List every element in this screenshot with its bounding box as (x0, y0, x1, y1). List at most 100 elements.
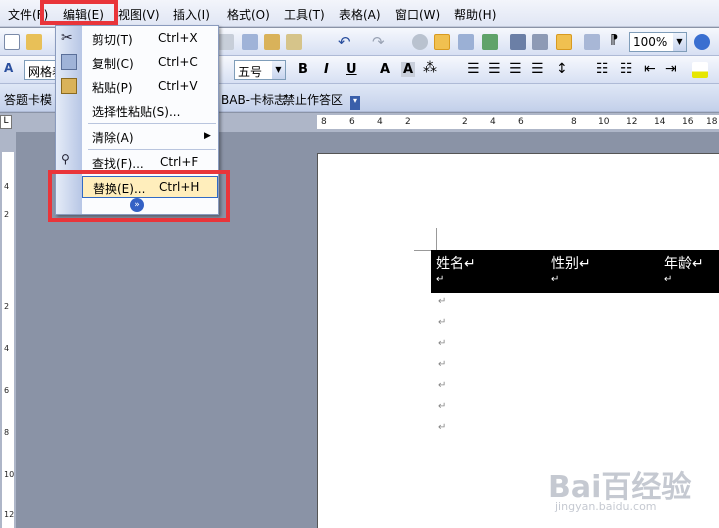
character-shading-button[interactable]: A (401, 62, 416, 77)
paragraph-mark: ↵ (438, 338, 447, 349)
table-header-age[interactable]: 年龄↵ (664, 253, 704, 273)
menu-help[interactable]: 帮助(H) (454, 6, 496, 23)
ruler-label: 8 (321, 117, 327, 127)
ruler-label: 14 (654, 117, 666, 127)
ruler-label: 6 (349, 117, 355, 127)
font-a-button[interactable]: A (380, 62, 390, 77)
font-size-combo[interactable]: 五号 ▼ (234, 60, 286, 80)
bullets-icon[interactable]: ☷ (620, 61, 633, 77)
menu-item-clear[interactable]: 清除(A) ▶ (82, 125, 218, 147)
menu-item-label: 复制(C) (92, 57, 134, 71)
ab-card-mark-button[interactable]: BAB-卡标志 (221, 91, 286, 108)
ruler-label: 12 (626, 117, 638, 127)
margin-corner-mark (436, 228, 437, 250)
show-hide-icon[interactable] (584, 34, 600, 50)
increase-indent-icon[interactable]: ⇥ (665, 61, 677, 77)
ruler-label: 2 (4, 210, 10, 219)
menu-insert[interactable]: 插入(I) (173, 6, 210, 23)
vertical-ruler[interactable]: 4 2 2 4 6 8 10 12 (0, 132, 16, 528)
ruler-label: 8 (4, 428, 10, 437)
no-answer-zone-button[interactable]: 禁止作答区 (283, 91, 343, 108)
cut-icon[interactable] (218, 34, 234, 50)
table-cell[interactable]: ↵ (664, 274, 672, 285)
tables-borders-icon[interactable] (434, 34, 450, 50)
menu-item-shortcut: Ctrl+V (158, 79, 198, 93)
format-painter-icon[interactable] (286, 34, 302, 50)
table-header-name[interactable]: 姓名↵ (436, 253, 476, 273)
menu-separator (88, 149, 216, 150)
character-scaling-icon[interactable]: ⁂ (423, 60, 437, 76)
copy-icon[interactable] (242, 34, 258, 50)
menu-table[interactable]: 表格(A) (339, 6, 381, 23)
document-map-icon[interactable] (556, 34, 572, 50)
styles-icon[interactable]: A (4, 61, 13, 75)
ruler-label: 8 (571, 117, 577, 127)
document-table[interactable]: 姓名↵ 性别↵ 年龄↵ ↵ ↵ ↵ (431, 250, 719, 293)
toolbar-options-icon[interactable]: ▾ (350, 96, 360, 110)
new-document-icon[interactable] (4, 34, 20, 50)
answer-card-template-button[interactable]: 答题卡模 (4, 91, 52, 108)
tab-selector-icon[interactable]: L (0, 115, 12, 129)
zoom-value: 100% (633, 35, 668, 49)
ruler-label: 6 (4, 386, 10, 395)
decrease-indent-icon[interactable]: ⇤ (644, 61, 656, 77)
paragraph-mark: ↵ (438, 422, 447, 433)
redo-icon[interactable]: ↷ (372, 33, 385, 51)
menu-item-cut[interactable]: 剪切(T) Ctrl+X (82, 27, 218, 49)
ruler-label: 4 (4, 344, 10, 353)
bold-button[interactable]: B (298, 62, 308, 77)
menu-item-shortcut: Ctrl+F (160, 155, 199, 169)
ruler-label: 16 (682, 117, 694, 127)
highlight-icon[interactable] (692, 62, 708, 78)
menu-item-shortcut: Ctrl+C (158, 55, 198, 69)
menu-item-label: 清除(A) (92, 131, 134, 145)
underline-button[interactable]: U (346, 62, 357, 77)
ruler-label: 4 (377, 117, 383, 127)
justify-icon[interactable]: ☰ (531, 61, 544, 77)
help-icon[interactable] (694, 34, 710, 50)
insert-excel-icon[interactable] (482, 34, 498, 50)
insert-table-icon[interactable] (458, 34, 474, 50)
menu-item-label: 剪切(T) (92, 33, 133, 47)
undo-icon[interactable]: ↶ (338, 33, 351, 51)
ruler-label: 10 (4, 470, 15, 479)
align-left-icon[interactable]: ☰ (467, 61, 480, 77)
paragraph-mark: ↵ (438, 359, 447, 370)
chevron-down-icon[interactable]: ▼ (673, 33, 686, 51)
line-spacing-icon[interactable]: ↕ (556, 61, 568, 77)
menu-item-label: 粘贴(P) (92, 81, 133, 95)
ruler-label: 2 (405, 117, 411, 127)
paragraph-mark-icon[interactable]: ⁋ (610, 33, 618, 48)
table-cell[interactable]: ↵ (436, 274, 444, 285)
open-folder-icon[interactable] (26, 34, 42, 50)
paragraph-mark: ↵ (438, 296, 447, 307)
table-header-gender[interactable]: 性别↵ (551, 253, 591, 273)
ruler-label: 10 (598, 117, 610, 127)
hyperlink-icon[interactable] (412, 34, 428, 50)
paste-icon[interactable] (264, 34, 280, 50)
zoom-combo[interactable]: 100% ▼ (629, 32, 687, 52)
chevron-down-icon[interactable]: ▼ (272, 61, 285, 79)
align-right-icon[interactable]: ☰ (509, 61, 522, 77)
ruler-scale: 8 6 4 2 2 4 6 8 10 12 14 16 18 (317, 115, 719, 129)
menu-item-paste-special[interactable]: 选择性粘贴(S)... (82, 99, 218, 121)
drawing-icon[interactable] (532, 34, 548, 50)
menu-view[interactable]: 视图(V) (118, 6, 160, 23)
menu-item-paste[interactable]: 粘贴(P) Ctrl+V (82, 75, 218, 97)
numbering-icon[interactable]: ☷ (596, 61, 609, 77)
ruler-label: 4 (490, 117, 496, 127)
menu-tools[interactable]: 工具(T) (284, 6, 325, 23)
paste-icon (61, 78, 77, 94)
menu-window[interactable]: 窗口(W) (395, 6, 440, 23)
align-center-icon[interactable]: ☰ (488, 61, 501, 77)
ruler-label: 12 (4, 510, 15, 519)
ruler-label: 4 (4, 182, 10, 191)
columns-icon[interactable] (510, 34, 526, 50)
table-cell[interactable]: ↵ (551, 274, 559, 285)
paragraph-mark: ↵ (438, 380, 447, 391)
italic-button[interactable]: I (324, 62, 329, 77)
menu-format[interactable]: 格式(O) (227, 6, 270, 23)
style-combo[interactable]: 网格表 (24, 60, 64, 80)
menu-item-copy[interactable]: 复制(C) Ctrl+C (82, 51, 218, 73)
ruler-label: 2 (4, 302, 10, 311)
